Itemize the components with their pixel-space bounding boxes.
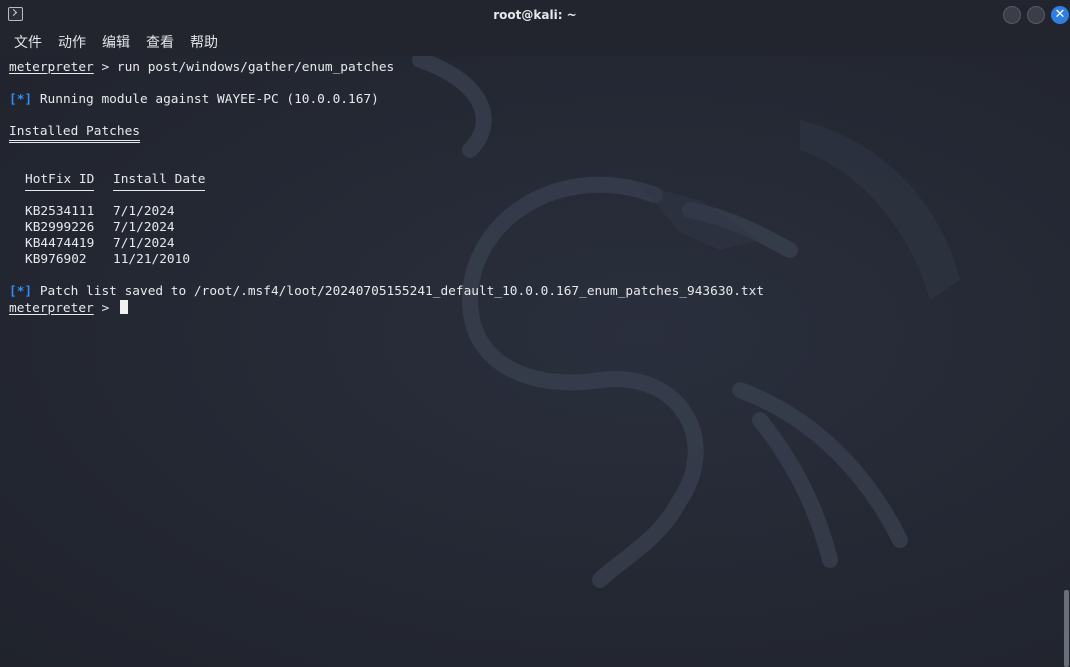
table-row: KB2534111 7/1/2024 <box>25 204 175 220</box>
menu-bar: 文件 动作 编辑 查看 帮助 <box>0 30 1070 56</box>
prompt-label: meterpreter <box>9 301 94 316</box>
table-row: KB976902 11/21/2010 <box>25 252 190 268</box>
table-row: KB4474419 7/1/2024 <box>25 236 175 252</box>
install-date: 7/1/2024 <box>113 220 175 235</box>
table-title-line: Installed Patches <box>9 124 140 143</box>
close-button[interactable]: ✕ <box>1051 6 1069 24</box>
title-bar: root@kali: ~ ✕ <box>0 0 1070 30</box>
hotfix-id: KB2534111 <box>25 204 95 219</box>
hotfix-id: KB4474419 <box>25 236 95 251</box>
install-date: 7/1/2024 <box>113 236 175 251</box>
saved-text: Patch list saved to /root/.msf4/loot/202… <box>32 284 765 299</box>
saved-line: [*] Patch list saved to /root/.msf4/loot… <box>9 284 764 300</box>
minimize-button[interactable] <box>1003 6 1021 24</box>
menu-file[interactable]: 文件 <box>14 34 42 52</box>
table-row: KB2999226 7/1/2024 <box>25 220 175 236</box>
column-header-hotfix: HotFix ID <box>25 172 95 191</box>
vertical-scrollbar[interactable] <box>1062 56 1070 667</box>
running-text: Running module against WAYEE-PC (10.0.0.… <box>32 92 379 107</box>
running-line: [*] Running module against WAYEE-PC (10.… <box>9 92 379 108</box>
menu-action[interactable]: 动作 <box>58 34 86 52</box>
status-marker: [*] <box>9 284 33 299</box>
prompt-separator: > <box>93 301 117 316</box>
menu-view[interactable]: 查看 <box>146 34 174 52</box>
command-text: run post/windows/gather/enum_patches <box>116 60 395 75</box>
status-marker: [*] <box>9 92 33 107</box>
install-date: 11/21/2010 <box>113 252 191 267</box>
window-title: root@kali: ~ <box>493 8 577 22</box>
menu-help[interactable]: 帮助 <box>190 34 218 52</box>
table-header: HotFix ID Install Date <box>25 172 206 191</box>
menu-edit[interactable]: 编辑 <box>102 34 130 52</box>
install-date: 7/1/2024 <box>113 204 175 219</box>
terminal-window: root@kali: ~ ✕ 文件 动作 编辑 查看 帮助 meterprete… <box>0 0 1070 667</box>
command-line: meterpreter > run post/windows/gather/en… <box>9 60 394 76</box>
scrollbar-thumb[interactable] <box>1064 590 1069 667</box>
hotfix-id: KB2999226 <box>25 220 95 235</box>
terminal-output[interactable]: meterpreter > run post/windows/gather/en… <box>0 56 1062 667</box>
hotfix-id: KB976902 <box>25 252 87 267</box>
maximize-button[interactable] <box>1027 6 1045 24</box>
active-prompt-line[interactable]: meterpreter > <box>9 300 128 316</box>
prompt-separator: > <box>93 60 117 75</box>
text-cursor <box>119 300 128 314</box>
prompt-label: meterpreter <box>9 60 94 75</box>
table-title: Installed Patches <box>9 124 140 143</box>
column-header-install-date: Install Date <box>113 172 206 191</box>
